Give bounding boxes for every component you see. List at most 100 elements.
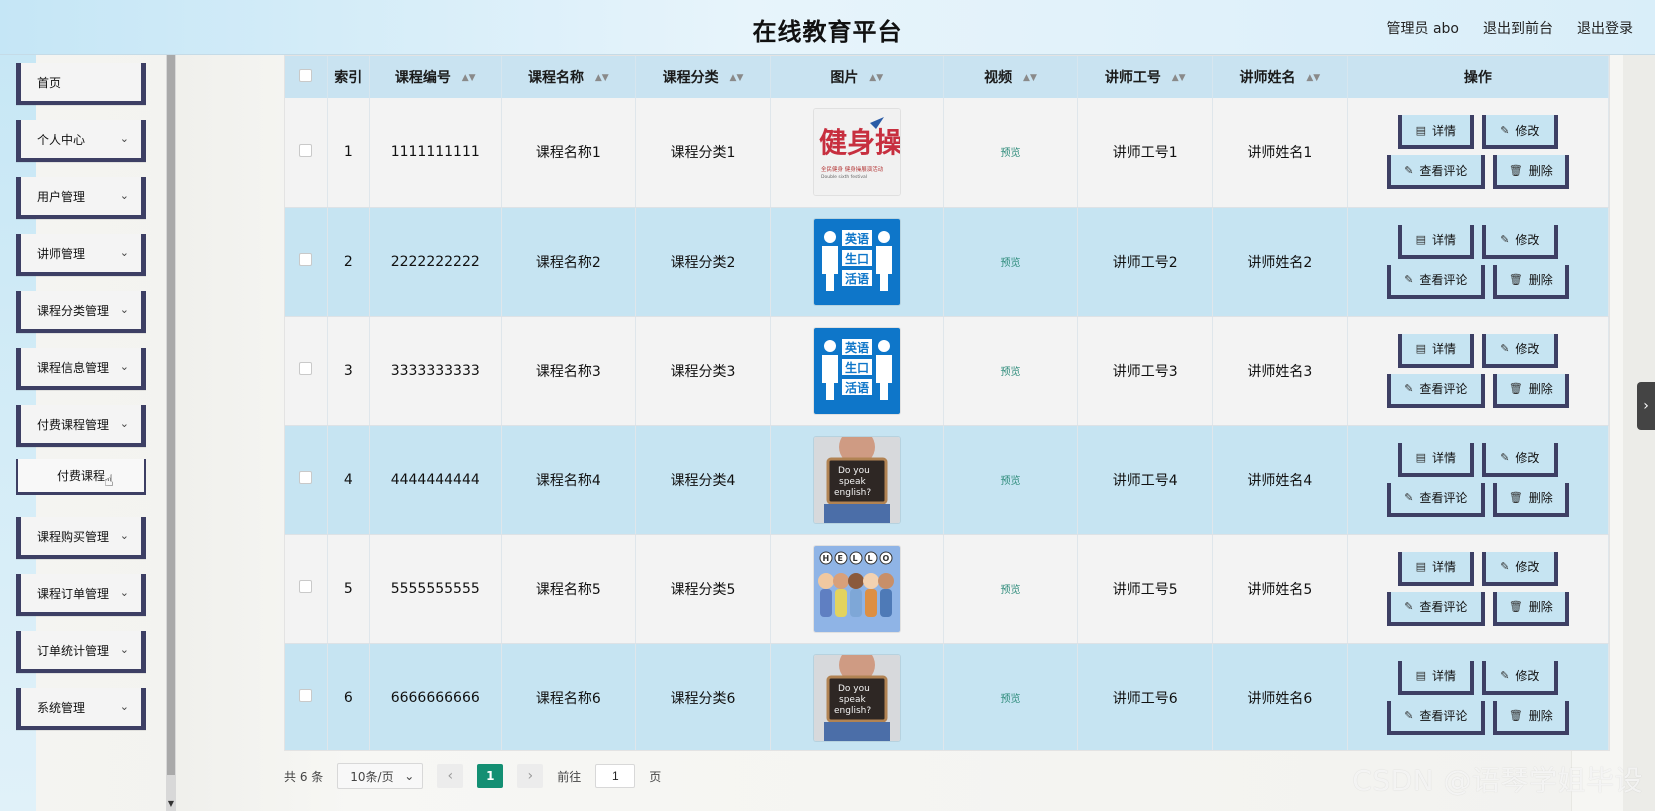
- sidebar-item-course-purchase-management[interactable]: 课程购买管理 ⌄: [16, 517, 146, 559]
- edit-button[interactable]: ✎ 修改: [1481, 660, 1558, 695]
- sidebar-item-system-management[interactable]: 系统管理 ⌄: [16, 688, 146, 730]
- cartoon-head: [817, 572, 834, 589]
- sidebar-item-order-statistics-management[interactable]: 订单统计管理 ⌄: [16, 631, 146, 673]
- row-select-cell[interactable]: [285, 425, 328, 535]
- sidebar-item-label: 讲师管理: [37, 246, 86, 261]
- row-checkbox[interactable]: [299, 471, 313, 484]
- delete-button[interactable]: 🗑 删除: [1492, 591, 1569, 626]
- sort-icon[interactable]: ▲▼: [1023, 73, 1037, 83]
- row-checkbox[interactable]: [299, 689, 313, 702]
- course-table-container: 索引 课程编号 ▲▼ 课程名称 ▲▼ 课程分类 ▲▼ 图片 ▲▼ 视频 ▲▼ 讲…: [284, 55, 1610, 751]
- edit-button[interactable]: ✎ 修改: [1481, 224, 1558, 259]
- video-cell: 预览: [943, 98, 1079, 208]
- sidebar-item-home[interactable]: 首页: [16, 63, 146, 105]
- scroll-down-icon[interactable]: ▼: [167, 799, 175, 809]
- sort-icon[interactable]: ▲▼: [595, 73, 609, 83]
- video-cell: 预览: [943, 534, 1079, 644]
- detail-button[interactable]: ▤ 详情: [1397, 660, 1474, 695]
- logout-link[interactable]: 退出登录: [1577, 18, 1633, 38]
- sidebar-item-course-order-management[interactable]: 课程订单管理 ⌄: [16, 574, 146, 616]
- actions-cell: ▤ 详情 ✎ 修改 ✎ 查看评论 🗑 删除: [1347, 643, 1609, 750]
- sign-line-1: Do you: [838, 684, 870, 694]
- video-preview-link[interactable]: 预览: [1001, 476, 1021, 487]
- header-video[interactable]: 视频 ▲▼: [943, 56, 1079, 98]
- row-actions: ▤ 详情 ✎ 修改 ✎ 查看评论 🗑 删除: [1380, 224, 1576, 299]
- sidebar-subitem-paid-course[interactable]: 付费课程 ☝: [16, 459, 146, 495]
- app-root: 在线教育平台 管理员 abo 退出到前台 退出登录 首页 个人中心 ⌄ 用户管理…: [0, 0, 1655, 811]
- header-select-all[interactable]: [285, 56, 328, 98]
- course-image-svg: 英语生口活语: [813, 218, 900, 305]
- sort-icon[interactable]: ▲▼: [1172, 73, 1186, 83]
- row-checkbox[interactable]: [299, 143, 313, 157]
- delete-button[interactable]: 🗑 删除: [1492, 155, 1569, 190]
- sidebar-item-user-management[interactable]: 用户管理 ⌄: [16, 177, 146, 219]
- header-category[interactable]: 课程分类 ▲▼: [635, 56, 771, 98]
- view-comments-button[interactable]: ✎ 查看评论: [1386, 373, 1485, 408]
- video-preview-link[interactable]: 预览: [1001, 367, 1021, 378]
- sort-icon[interactable]: ▲▼: [869, 73, 883, 83]
- video-preview-link[interactable]: 预览: [1001, 694, 1021, 705]
- row-select-cell[interactable]: [285, 316, 328, 426]
- header-label: 课程编号: [394, 70, 451, 86]
- header-teacher-no[interactable]: 讲师工号 ▲▼: [1077, 56, 1214, 98]
- edit-button[interactable]: ✎ 修改: [1481, 551, 1558, 586]
- view-comments-button[interactable]: ✎ 查看评论: [1386, 591, 1485, 626]
- edit-button[interactable]: ✎ 修改: [1481, 115, 1558, 150]
- pencil-icon: ✎: [1404, 273, 1414, 286]
- view-comments-button[interactable]: ✎ 查看评论: [1386, 700, 1485, 735]
- video-preview-link[interactable]: 预览: [1001, 148, 1021, 159]
- sidebar-scroll-thumb[interactable]: [167, 55, 175, 775]
- image-subtitle-cn: 全民健身 健身操展演活动: [821, 165, 884, 173]
- course-name-cell: 课程名称1: [501, 98, 637, 208]
- page-size-select[interactable]: 10条/页 ⌄: [337, 763, 424, 789]
- detail-button[interactable]: ▤ 详情: [1397, 115, 1474, 150]
- sort-icon[interactable]: ▲▼: [1306, 73, 1320, 83]
- exit-to-front-link[interactable]: 退出到前台: [1483, 18, 1553, 38]
- sidebar-item-personal-center[interactable]: 个人中心 ⌄: [16, 120, 146, 162]
- delete-button[interactable]: 🗑 删除: [1492, 373, 1569, 408]
- sidebar-item-course-info-management[interactable]: 课程信息管理 ⌄: [16, 348, 146, 390]
- row-select-cell[interactable]: [285, 207, 328, 317]
- edit-button[interactable]: ✎ 修改: [1481, 442, 1558, 477]
- next-page-button[interactable]: ›: [517, 764, 544, 788]
- cartoon-body: [864, 588, 877, 617]
- video-preview-link[interactable]: 预览: [1001, 585, 1021, 596]
- detail-button[interactable]: ▤ 详情: [1397, 333, 1474, 368]
- header-teacher-name[interactable]: 讲师姓名 ▲▼: [1212, 56, 1348, 98]
- row-checkbox[interactable]: [299, 253, 313, 266]
- delete-button[interactable]: 🗑 删除: [1492, 264, 1569, 299]
- row-select-cell[interactable]: [285, 98, 328, 208]
- delete-button[interactable]: 🗑 删除: [1492, 482, 1569, 517]
- prev-page-button[interactable]: ‹: [437, 764, 464, 788]
- detail-button[interactable]: ▤ 详情: [1397, 442, 1474, 477]
- actions-cell: ▤ 详情 ✎ 修改 ✎ 查看评论 🗑 删除: [1347, 207, 1609, 317]
- sort-icon[interactable]: ▲▼: [730, 73, 744, 83]
- edit-button[interactable]: ✎ 修改: [1481, 333, 1558, 368]
- sidebar-scrollbar[interactable]: ▼: [166, 55, 176, 811]
- row-checkbox[interactable]: [299, 580, 313, 593]
- sidebar-item-category-management[interactable]: 课程分类管理 ⌄: [16, 291, 146, 333]
- row-select-cell[interactable]: [285, 534, 328, 644]
- chevron-down-icon: ⌄: [119, 360, 129, 373]
- delete-button[interactable]: 🗑 删除: [1492, 700, 1569, 735]
- row-select-cell[interactable]: [285, 643, 328, 750]
- sort-icon[interactable]: ▲▼: [462, 73, 476, 83]
- header-image[interactable]: 图片 ▲▼: [770, 56, 944, 98]
- header-course-no[interactable]: 课程编号 ▲▼: [369, 56, 502, 98]
- row-checkbox[interactable]: [299, 362, 313, 375]
- detail-button[interactable]: ▤ 详情: [1397, 224, 1474, 259]
- drawer-toggle-button[interactable]: ›: [1637, 382, 1655, 430]
- detail-button[interactable]: ▤ 详情: [1397, 551, 1474, 586]
- view-comments-button[interactable]: ✎ 查看评论: [1386, 482, 1485, 517]
- detail-button-label: 详情: [1432, 451, 1457, 465]
- view-comments-button[interactable]: ✎ 查看评论: [1386, 264, 1485, 299]
- goto-page-input[interactable]: [595, 764, 636, 788]
- trash-icon: 🗑: [1508, 709, 1523, 722]
- sidebar-item-paid-course-management[interactable]: 付费课程管理 ⌄: [16, 405, 146, 447]
- current-page-button[interactable]: 1: [477, 764, 504, 788]
- video-preview-link[interactable]: 预览: [1001, 258, 1021, 269]
- sidebar-item-teacher-management[interactable]: 讲师管理 ⌄: [16, 234, 146, 276]
- header-course-name[interactable]: 课程名称 ▲▼: [501, 56, 637, 98]
- select-all-checkbox[interactable]: [299, 68, 313, 82]
- view-comments-button[interactable]: ✎ 查看评论: [1386, 155, 1485, 190]
